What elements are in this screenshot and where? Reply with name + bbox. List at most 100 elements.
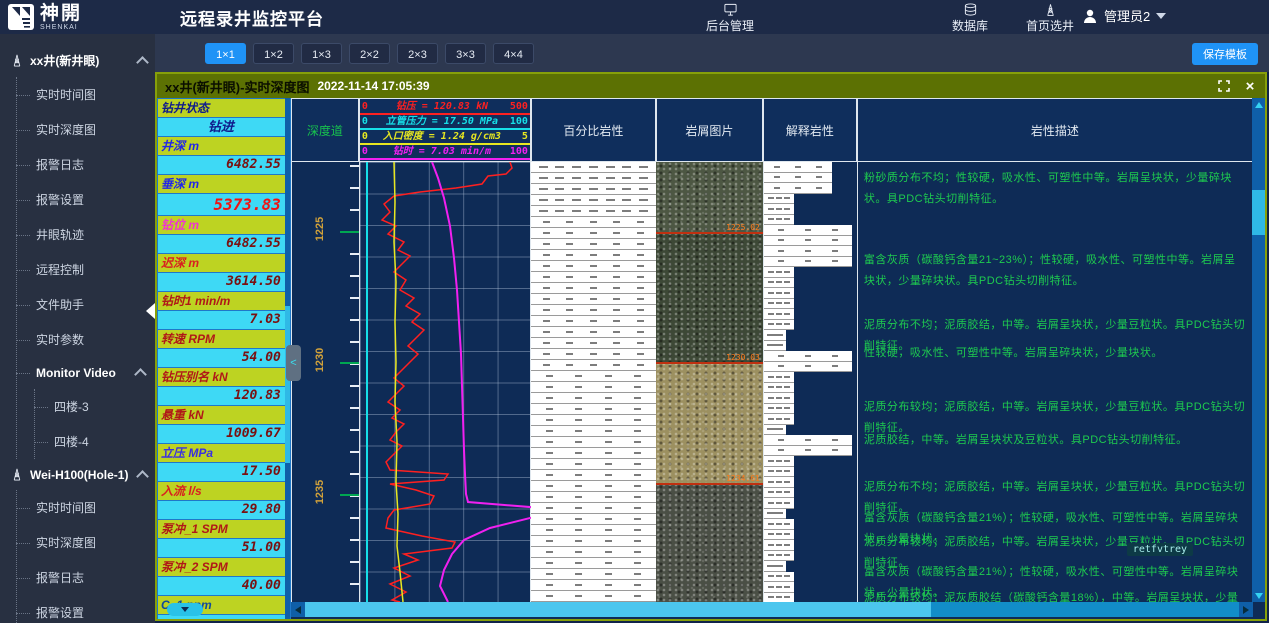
sidebar-item-monitor-video[interactable]: Monitor Video — [0, 357, 155, 389]
sidebar-item-实时时间图[interactable]: 实时时间图 — [0, 77, 155, 112]
scroll-down-icon[interactable] — [1252, 589, 1265, 602]
lithology-pattern-row — [531, 514, 656, 525]
lithology-dash — [768, 523, 774, 525]
lithology-description-text: 泥质胶结，中等。岩屑呈块状及豆粒状。具PDC钻头切削特征。 — [864, 430, 1247, 451]
lithology-dash — [546, 518, 553, 520]
interp-bar — [764, 435, 852, 446]
nav-item-derrick[interactable]: 首页选井 — [1026, 3, 1074, 34]
user-menu[interactable]: 管理员2 — [1082, 6, 1166, 25]
lithology-dash — [784, 491, 790, 493]
layout-button-3×3[interactable]: 3×3 — [445, 43, 486, 64]
lithology-pattern-row — [531, 338, 656, 349]
interp-row — [764, 393, 857, 404]
depth-minor-tick — [350, 539, 359, 541]
close-icon[interactable]: × — [1243, 79, 1257, 93]
lithology-dash — [776, 218, 782, 220]
legend-max: 100 — [504, 116, 528, 127]
well-items: 实时时间图实时深度图报警日志报警设置井眼轨迹 — [0, 490, 155, 623]
sidebar-item-报警设置[interactable]: 报警设置 — [0, 182, 155, 217]
lithology-dash — [768, 502, 774, 504]
lithology-dash — [575, 386, 582, 388]
sidebar-item-文件助手[interactable]: 文件助手 — [0, 287, 155, 322]
lithology-dash — [634, 408, 641, 410]
lithology-dash — [539, 210, 548, 212]
interp-row — [764, 320, 857, 331]
scroll-left-icon[interactable] — [291, 602, 305, 617]
horizontal-scroll-thumb[interactable] — [305, 602, 931, 617]
lithology-dash — [776, 281, 782, 283]
sidebar-item-实时参数[interactable]: 实时参数 — [0, 322, 155, 357]
layout-button-2×3[interactable]: 2×3 — [397, 43, 438, 64]
interp-bar — [764, 257, 852, 268]
layout-toolbar: 1×1 1×2 1×3 2×2 2×3 3×3 4×4 保存模板 — [155, 34, 1269, 72]
nav-item-database[interactable]: 数据库 — [952, 3, 988, 34]
lithology-dash — [605, 496, 612, 498]
lithology-dash — [575, 485, 582, 487]
legend-row-钻时: 0钻时 = 7.03 min/m100 — [360, 145, 530, 160]
lithology-dash — [784, 407, 790, 409]
sidebar-item-报警日志[interactable]: 报警日志 — [0, 147, 155, 182]
lithology-dash — [575, 507, 582, 509]
lithology-dash — [566, 353, 573, 355]
scroll-up-icon[interactable] — [1252, 98, 1265, 111]
lithology-dash — [795, 176, 801, 178]
sidebar-well-node[interactable]: xx井(新井眼) — [0, 44, 155, 77]
horizontal-scrollbar[interactable] — [291, 602, 1253, 617]
chevron-up-icon[interactable] — [134, 368, 147, 381]
sidebar-item-远程控制[interactable]: 远程控制 — [0, 252, 155, 287]
lithology-pattern-row — [531, 415, 656, 426]
lithology-dash — [589, 166, 598, 168]
scroll-right-icon[interactable] — [1239, 602, 1253, 617]
chevron-down-icon — [1156, 13, 1166, 19]
expand-icon[interactable] — [1217, 79, 1231, 93]
lithology-dash — [634, 507, 641, 509]
lithology-dash — [543, 265, 550, 267]
lithology-dash — [778, 512, 783, 514]
chevron-up-icon[interactable] — [136, 56, 149, 69]
lithology-dash — [605, 507, 612, 509]
sidebar-item-实时深度图[interactable]: 实时深度图 — [0, 525, 155, 560]
layout-button-2×2[interactable]: 2×2 — [349, 43, 390, 64]
lithology-dash — [575, 397, 582, 399]
interp-row — [764, 509, 857, 520]
layout-button-1×2[interactable]: 1×2 — [253, 43, 294, 64]
layout-button-4×4[interactable]: 4×4 — [493, 43, 534, 64]
vertical-scroll-thumb[interactable] — [1252, 190, 1265, 235]
lithology-dash — [784, 502, 790, 504]
parameter-scroll-thumb[interactable] — [285, 306, 290, 462]
depth-chart: 深度道 0钻压 = 120.83 kN5000立管压力 = 17.50 MPa1… — [291, 98, 1265, 619]
sidebar-item-实时时间图[interactable]: 实时时间图 — [0, 490, 155, 525]
window-titlebar[interactable]: xx井(新井眼)-实时深度图 2022-11-14 17:05:39 × — [157, 74, 1265, 98]
sidebar-item-四楼-3[interactable]: 四楼-3 — [0, 389, 155, 424]
lithology-dash — [784, 418, 790, 420]
nav-item-monitor[interactable]: 后台管理 — [706, 3, 754, 34]
sidebar-well-node[interactable]: Wei-H100(Hole-1) — [0, 459, 155, 490]
layout-button-1×3[interactable]: 1×3 — [301, 43, 342, 64]
lithology-dash — [768, 407, 774, 409]
interpreted-lithology-column — [763, 162, 857, 602]
parameter-cell: 立压 MPa17.50 — [157, 443, 290, 481]
interp-bar — [764, 278, 794, 289]
sidebar-item-报警设置[interactable]: 报警设置 — [0, 595, 155, 623]
lithology-dash — [575, 573, 582, 575]
sidebar-item-报警日志[interactable]: 报警日志 — [0, 560, 155, 595]
lithology-dash — [637, 309, 644, 311]
sidebar-item-四楼-4[interactable]: 四楼-4 — [0, 424, 155, 459]
save-template-button[interactable]: 保存模板 — [1192, 43, 1258, 65]
sidebar-item-实时深度图[interactable]: 实时深度图 — [0, 112, 155, 147]
panel-collapse-handle[interactable]: < — [286, 345, 301, 381]
lithology-dash — [572, 177, 581, 179]
interp-bar — [764, 551, 794, 562]
layout-button-1×1[interactable]: 1×1 — [205, 43, 246, 64]
curve-钻压 — [382, 162, 512, 602]
lithology-dash — [776, 596, 782, 598]
sidebar-item-井眼轨迹[interactable]: 井眼轨迹 — [0, 217, 155, 252]
lithology-dash — [784, 586, 790, 588]
lithology-dash — [776, 418, 782, 420]
chevron-up-icon[interactable] — [136, 470, 149, 483]
param-dropdown-button[interactable] — [167, 603, 203, 616]
sidebar-collapse-arrow[interactable] — [146, 303, 155, 319]
vertical-scrollbar[interactable] — [1252, 98, 1265, 602]
parameter-value: 7.03 — [158, 310, 289, 329]
lithology-dash — [776, 407, 782, 409]
